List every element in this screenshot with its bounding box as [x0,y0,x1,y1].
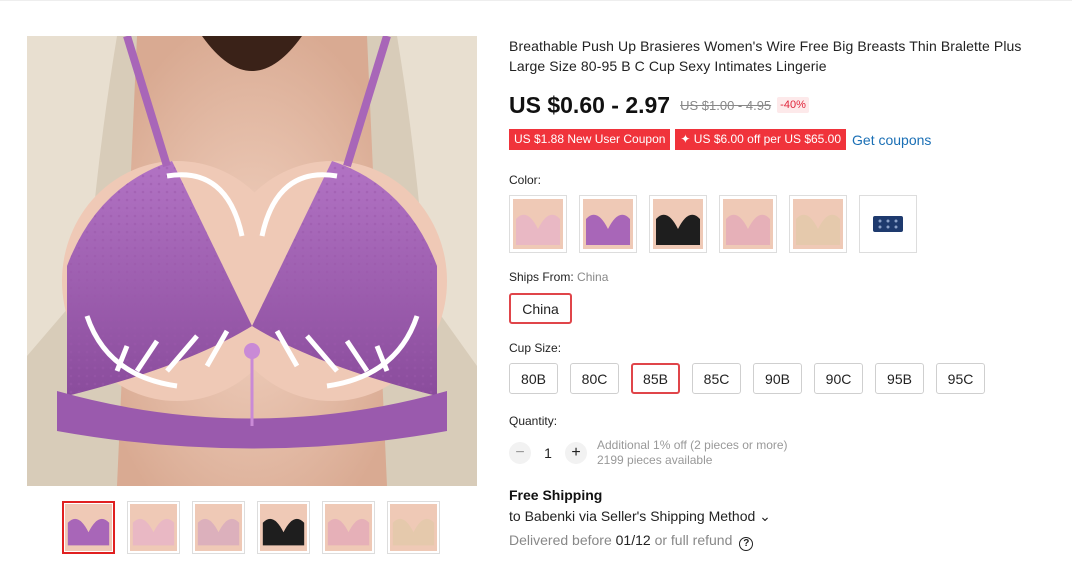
delivered-suffix: or full refund [654,532,733,548]
delivery-estimate: Delivered before 01/12 or full refund ? [509,532,1061,551]
color-swatch-extender[interactable] [859,195,917,253]
product-photo [27,36,477,486]
increment-button[interactable]: + [565,442,587,464]
quantity-label: Quantity: [509,414,558,428]
shipping-section: Free Shipping to Babenki via Seller's Sh… [509,487,1061,551]
quantity-stepper: − 1 + Additional 1% off (2 pieces or mor… [509,438,1061,468]
cup-size-options: 80B 80C 85B 85C 90B 90C 95B 95C [509,363,1061,394]
product-details: Breathable Push Up Brasieres Women's Wir… [509,36,1061,551]
original-price: US $1.00 - 4.95 [680,97,772,113]
cup-size-option[interactable]: 80B [509,363,558,394]
ships-from-options: China [509,293,1061,324]
color-swatch[interactable] [719,195,777,253]
cup-size-option[interactable]: 95B [875,363,924,394]
ships-from-label: Ships From: China [509,270,1061,284]
product-title: Breathable Push Up Brasieres Women's Wir… [509,38,1022,74]
color-swatch[interactable] [789,195,847,253]
color-swatch[interactable] [509,195,567,253]
chevron-down-icon: ⌄ [759,508,771,524]
stock-available: 2199 pieces available [597,453,713,467]
thumbnail[interactable] [257,501,310,554]
color-swatches [509,195,1061,253]
cup-size-option[interactable]: 95C [936,363,985,394]
quantity-input[interactable]: 1 [531,445,565,461]
decrement-button[interactable]: − [509,442,531,464]
delivery-date: 01/12 [615,532,651,548]
free-shipping-title: Free Shipping [509,487,603,503]
discount-badge: -40% [777,97,809,113]
thumbnail-strip [62,501,440,554]
help-icon[interactable]: ? [739,537,754,551]
shipping-method-text: to Babenki via Seller's Shipping Method [509,508,756,524]
thumbnail[interactable] [127,501,180,554]
main-product-image[interactable] [27,36,477,486]
cup-size-option[interactable]: 90B [753,363,802,394]
thumbnail[interactable] [62,501,115,554]
delivered-prefix: Delivered before [509,532,612,548]
cup-size-label: Cup Size: [509,341,562,355]
cup-size-option[interactable]: 90C [814,363,863,394]
thumbnail[interactable] [192,501,245,554]
ships-from-caption: Ships From: [509,270,574,284]
shipping-method[interactable]: to Babenki via Seller's Shipping Method … [509,508,1061,525]
spend-coupon[interactable]: ✦ US $6.00 off per US $65.00 [675,129,847,150]
ships-from-option-china[interactable]: China [509,293,572,324]
new-user-coupon[interactable]: US $1.88 New User Coupon [509,129,671,150]
price-row: US $0.60 - 2.97 US $1.00 - 4.95 -40% [509,90,1061,120]
ships-from-value: China [577,270,609,284]
thumbnail[interactable] [387,501,440,554]
color-swatch[interactable] [579,195,637,253]
thumbnail[interactable] [322,501,375,554]
color-label: Color: [509,173,542,187]
cup-size-option[interactable]: 85C [692,363,741,394]
cup-size-option-selected[interactable]: 85B [631,363,680,394]
get-coupons-link[interactable]: Get coupons [852,132,931,148]
quantity-promo: Additional 1% off (2 pieces or more) [597,438,788,452]
color-swatch[interactable] [649,195,707,253]
cup-size-option[interactable]: 80C [570,363,619,394]
current-price: US $0.60 - 2.97 [509,91,671,118]
coupon-row: US $1.88 New User Coupon ✦ US $6.00 off … [509,129,1061,150]
header-divider [0,0,1072,1]
quantity-info: Additional 1% off (2 pieces or more) 219… [597,438,788,468]
